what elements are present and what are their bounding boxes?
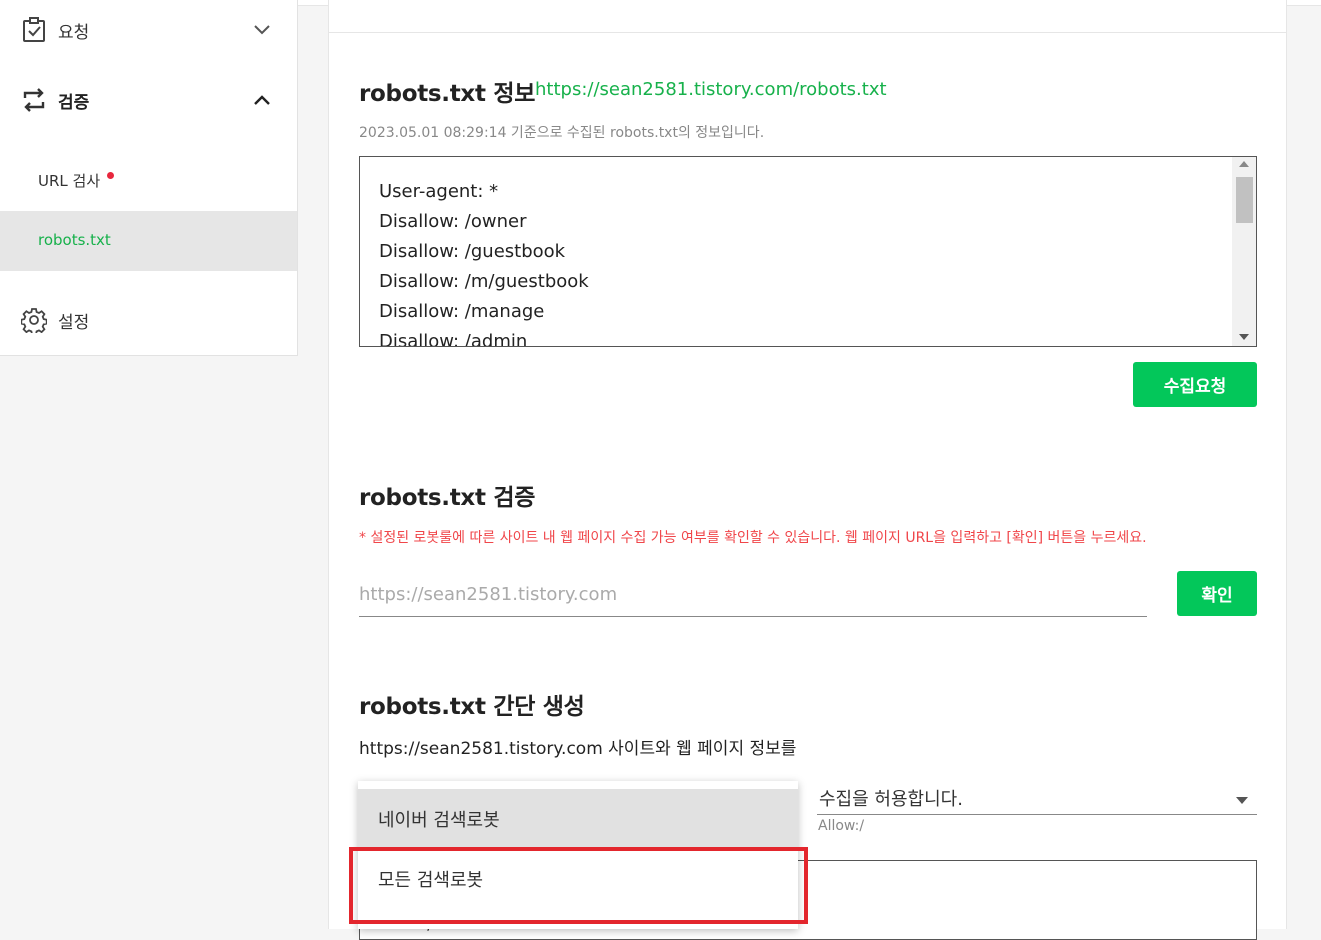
robots-content-box[interactable]: User-agent: * Disallow: /owner Disallow:… [359,156,1257,347]
swap-arrows-icon [21,87,47,113]
robots-verify-title: robots.txt 검증 [359,485,536,511]
chevron-up-icon [252,90,272,110]
robots-info-title: robots.txt 정보 [359,81,536,107]
main-panel: robots.txt 정보 https://sean2581.tistory.c… [328,0,1287,940]
sidebar-item-settings[interactable]: 설정 [0,290,297,350]
new-badge-dot [107,172,114,179]
robots-line: Disallow: /manage [379,301,545,322]
caret-down-icon [1236,797,1248,804]
sidebar-item-url-inspect[interactable]: URL 검사 [0,150,297,210]
scroll-down-arrow-icon[interactable] [1239,334,1249,340]
sidebar-item-request[interactable]: 요청 [0,0,297,60]
clipboard-check-icon [21,17,47,43]
collect-request-button[interactable]: 수집요청 [1133,362,1257,407]
allow-select-value: 수집을 허용합니다. [819,788,963,810]
allow-select[interactable]: 수집을 허용합니다. [817,781,1257,815]
sidebar-item-label: 요청 [58,23,90,43]
chevron-down-icon [252,20,272,40]
url-input[interactable]: https://sean2581.tistory.com [359,572,1147,617]
robots-line: Disallow: /m/guestbook [379,271,589,292]
sidebar-item-verify[interactable]: 검증 [0,70,297,130]
allow-hint: Allow:/ [818,818,865,834]
sidebar-item-label: 검증 [58,93,90,113]
sidebar-item-label: URL 검사 [38,172,101,190]
sidebar-item-label: 설정 [58,313,90,333]
bot-select-dropdown[interactable]: 네이버 검색로봇 모든 검색로봇 [358,781,798,929]
gear-icon [21,307,47,333]
robots-line: Disallow: /admin [379,331,528,347]
dropdown-option-all-bots[interactable]: 모든 검색로봇 [358,849,798,909]
scroll-thumb[interactable] [1236,177,1253,223]
robots-lines: User-agent: * Disallow: /owner Disallow:… [379,177,589,347]
confirm-button[interactable]: 확인 [1177,571,1257,616]
collected-note: 2023.05.01 08:29:14 기준으로 수집된 robots.txt의… [359,125,765,141]
verify-warning: * 설정된 로봇룰에 따른 사이트 내 웹 페이지 수집 가능 여부를 확인할 … [359,530,1147,546]
generate-description: https://sean2581.tistory.com 사이트와 웹 페이지 … [359,739,797,759]
robots-txt-link[interactable]: https://sean2581.tistory.com/robots.txt [535,79,887,100]
sidebar: 요청 검증 URL 검사 robots.txt 설정 [0,0,298,356]
sidebar-item-robots-txt[interactable]: robots.txt [0,211,297,271]
divider [329,32,1286,33]
robots-line: User-agent: * [379,181,499,202]
scroll-up-arrow-icon[interactable] [1239,161,1249,167]
dropdown-option-naver-bot[interactable]: 네이버 검색로봇 [358,789,798,849]
robots-line: Disallow: /guestbook [379,241,566,262]
sidebar-item-label: robots.txt [38,231,111,249]
scrollbar[interactable] [1232,157,1256,346]
robots-generate-title: robots.txt 간단 생성 [359,694,585,720]
robots-line: Disallow: /owner [379,211,527,232]
